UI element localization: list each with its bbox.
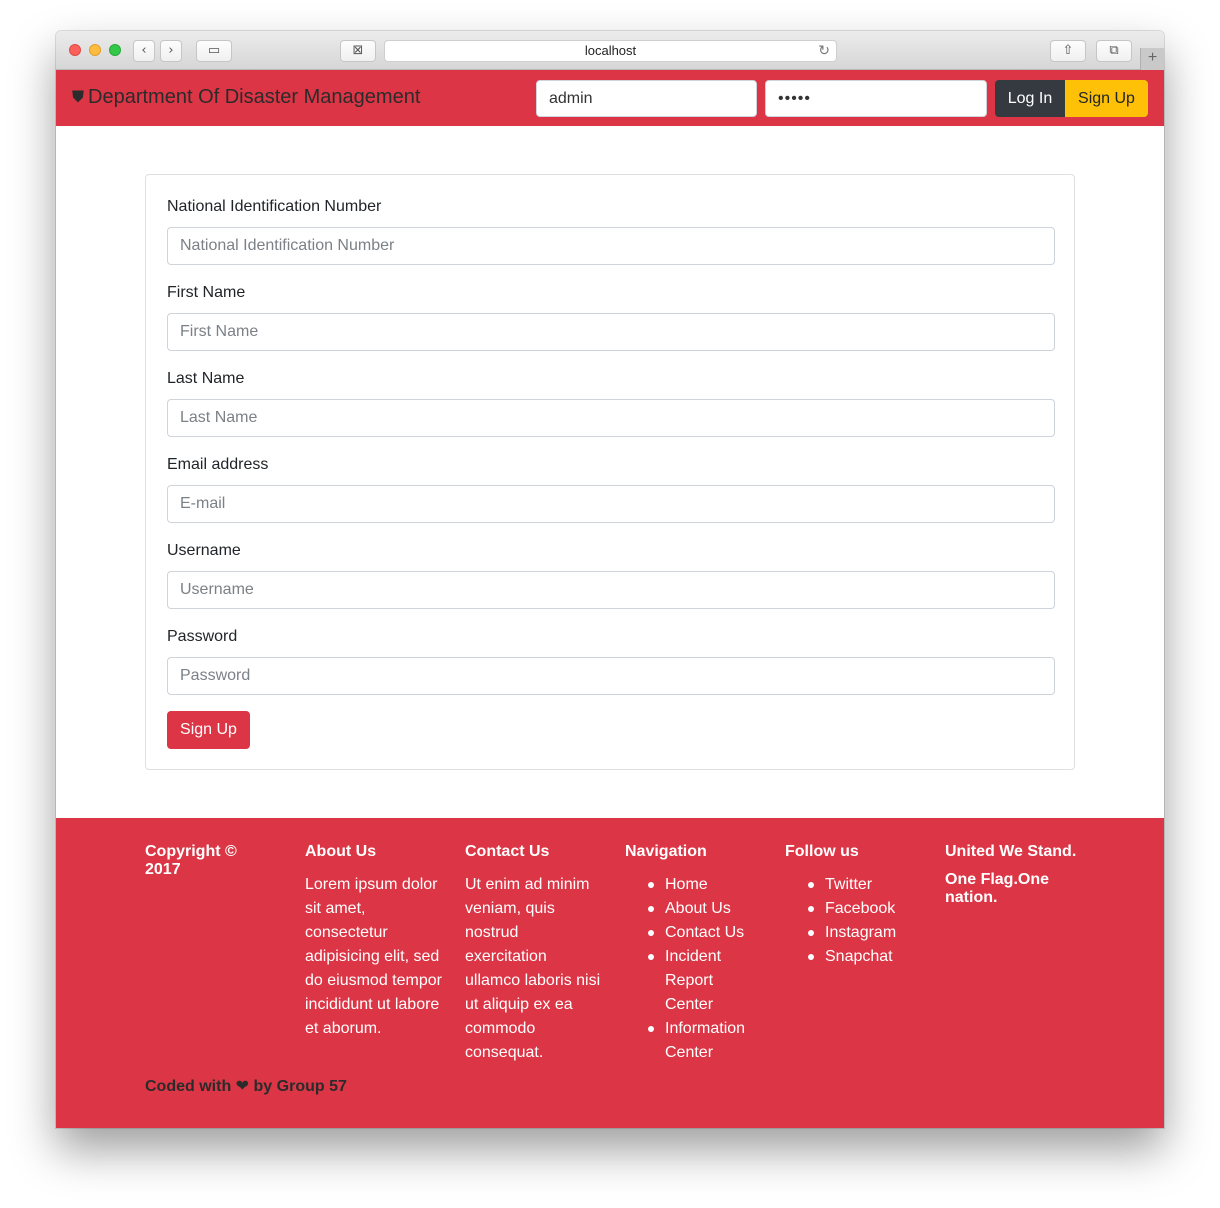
minimize-window-button[interactable] xyxy=(89,44,101,56)
footer-nav-incident-report[interactable]: Incident Report Center xyxy=(625,945,725,1017)
motto-column: United We Stand. One Flag.One nation. xyxy=(945,843,1080,907)
share-button[interactable]: ⇧ xyxy=(1050,40,1086,62)
motto-line1: United We Stand. xyxy=(945,843,1077,860)
new-tab-button[interactable]: + xyxy=(1140,48,1164,70)
footer-nav-information-center[interactable]: Information Center xyxy=(625,1017,755,1065)
credit-suffix: by Group 57 xyxy=(253,1078,347,1095)
navbar: ⛊Department Of Disaster Management •••••… xyxy=(56,70,1164,126)
motto-line2: One Flag.One nation. xyxy=(945,871,1050,906)
social-snapchat[interactable]: Snapchat xyxy=(785,945,925,969)
copyright-column: Copyright © 2017 xyxy=(145,843,255,879)
follow-column: Follow us Twitter Facebook Instagram Sna… xyxy=(785,843,925,969)
address-bar[interactable]: localhost ↻ xyxy=(384,40,837,62)
credit: Coded with ❤ by Group 57 xyxy=(145,1076,347,1096)
login-button[interactable]: Log In xyxy=(995,80,1065,117)
credit-prefix: Coded with xyxy=(145,1078,232,1095)
about-text: Lorem ipsum dolor sit amet, consectetur … xyxy=(305,876,442,1037)
login-password-input[interactable]: ••••• xyxy=(765,80,987,117)
first-name-label: First Name xyxy=(167,284,246,301)
brand-name: Department Of Disaster Management xyxy=(88,86,421,108)
social-twitter[interactable]: Twitter xyxy=(785,873,925,897)
social-list: Twitter Facebook Instagram Snapchat xyxy=(785,873,925,969)
navigation-heading: Navigation xyxy=(625,843,707,860)
navigation-list: Home About Us Contact Us Incident Report… xyxy=(625,873,765,1065)
close-window-button[interactable] xyxy=(69,44,81,56)
zoom-window-button[interactable] xyxy=(109,44,121,56)
contact-heading: Contact Us xyxy=(465,843,550,860)
password-input[interactable] xyxy=(167,657,1055,695)
contact-column: Contact Us Ut enim ad minim veniam, quis… xyxy=(465,843,601,1065)
about-heading: About Us xyxy=(305,843,377,860)
shield-icon: ⛊ xyxy=(72,87,85,106)
plus-icon: + xyxy=(1147,49,1158,66)
tabs-overview-button[interactable]: ⧉ xyxy=(1096,40,1132,62)
username-input[interactable] xyxy=(167,571,1055,609)
extension-icon: ⊠ xyxy=(352,43,364,58)
about-column: About Us Lorem ipsum dolor sit amet, con… xyxy=(305,843,445,1041)
chevron-left-icon: ‹ xyxy=(141,43,147,58)
tabs-icon: ⧉ xyxy=(1109,43,1119,58)
sidebar-icon: ▭ xyxy=(207,43,221,58)
signup-form-card: National Identification Number First Nam… xyxy=(145,174,1075,770)
follow-heading: Follow us xyxy=(785,843,859,860)
footer: Copyright © 2017 About Us Lorem ipsum do… xyxy=(56,818,1164,1128)
footer-nav-about[interactable]: About Us xyxy=(625,897,765,921)
reload-icon[interactable]: ↻ xyxy=(818,41,830,61)
nin-input[interactable] xyxy=(167,227,1055,265)
contact-text: Ut enim ad minim veniam, quis nostrud ex… xyxy=(465,876,601,1061)
email-label: Email address xyxy=(167,456,269,473)
back-button[interactable]: ‹ xyxy=(133,40,155,62)
first-name-input[interactable] xyxy=(167,313,1055,351)
social-facebook[interactable]: Facebook xyxy=(785,897,925,921)
last-name-label: Last Name xyxy=(167,370,245,387)
navigation-column: Navigation Home About Us Contact Us Inci… xyxy=(625,843,765,1065)
password-mask: ••••• xyxy=(778,90,812,107)
signup-submit-button[interactable]: Sign Up xyxy=(167,711,250,749)
nin-label: National Identification Number xyxy=(167,198,382,215)
url-text: localhost xyxy=(584,43,637,58)
footer-nav-home[interactable]: Home xyxy=(625,873,765,897)
forward-button[interactable]: › xyxy=(160,40,182,62)
last-name-input[interactable] xyxy=(167,399,1055,437)
chevron-right-icon: › xyxy=(168,43,174,58)
email-input[interactable] xyxy=(167,485,1055,523)
copyright-text: Copyright © 2017 xyxy=(145,843,237,878)
extension-button[interactable]: ⊠ xyxy=(340,40,376,62)
footer-nav-contact[interactable]: Contact Us xyxy=(625,921,765,945)
password-label: Password xyxy=(167,628,238,645)
share-icon: ⇧ xyxy=(1062,43,1074,58)
navbar-signup-button[interactable]: Sign Up xyxy=(1065,80,1148,117)
sidebar-toggle-button[interactable]: ▭ xyxy=(196,40,232,62)
browser-titlebar: ‹ › ▭ ⊠ localhost ↻ ⇧ ⧉ + xyxy=(56,31,1164,70)
heart-icon: ❤ xyxy=(235,1076,250,1095)
brand[interactable]: ⛊ Department Of Disaster Management xyxy=(72,86,420,109)
browser-window: ‹ › ▭ ⊠ localhost ↻ ⇧ ⧉ + ⛊ Department Of… xyxy=(56,31,1164,1128)
login-username-input[interactable] xyxy=(536,80,757,117)
social-instagram[interactable]: Instagram xyxy=(785,921,925,945)
username-label: Username xyxy=(167,542,241,559)
